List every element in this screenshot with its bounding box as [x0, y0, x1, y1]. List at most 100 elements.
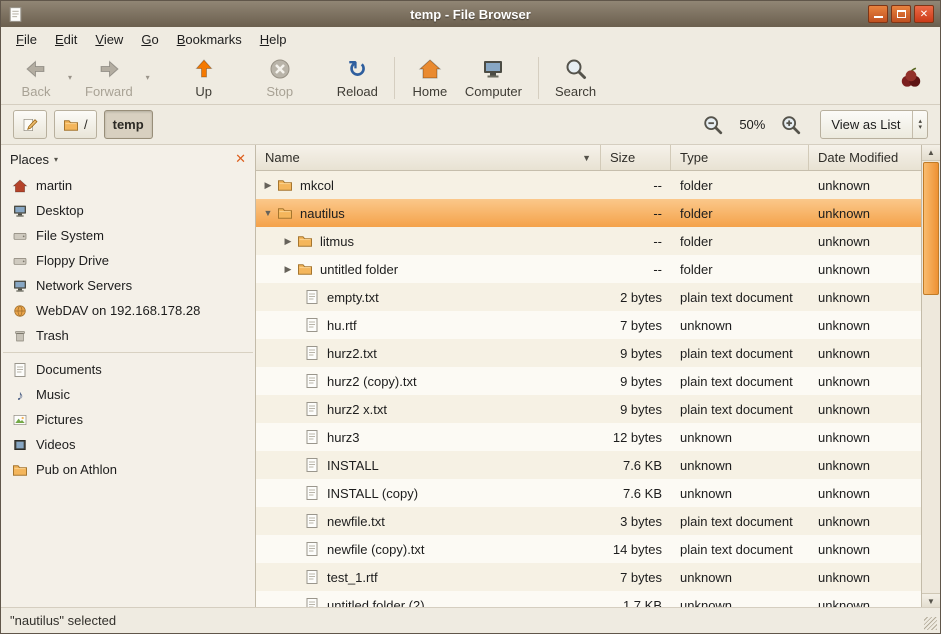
stop-button[interactable]: Stop: [253, 54, 307, 102]
zoom-out-button[interactable]: [701, 113, 725, 137]
sidebar-item-pictures[interactable]: Pictures: [1, 407, 255, 432]
expander-expanded-icon[interactable]: ▼: [261, 208, 275, 218]
sidebar-item-documents[interactable]: Documents: [1, 357, 255, 382]
table-row[interactable]: test_1.rtf 7 bytes unknown unknown: [256, 563, 923, 591]
titlebar[interactable]: temp - File Browser ✕: [1, 1, 940, 27]
sidebar-item-webdav[interactable]: WebDAV on 192.168.178.28: [1, 298, 255, 323]
arrow-up-icon: ▲: [927, 148, 935, 157]
back-dropdown-button[interactable]: ▾: [63, 56, 77, 100]
folder-icon: [297, 261, 313, 277]
table-row[interactable]: hurz2.txt 9 bytes plain text document un…: [256, 339, 923, 367]
table-row[interactable]: newfile (copy).txt 14 bytes plain text d…: [256, 535, 923, 563]
resize-grip[interactable]: [924, 617, 937, 630]
places-dropdown[interactable]: Places: [10, 152, 49, 167]
table-row[interactable]: hurz2 (copy).txt 9 bytes plain text docu…: [256, 367, 923, 395]
expander-collapsed-icon[interactable]: ▶: [281, 236, 295, 247]
column-header-size[interactable]: Size: [601, 145, 671, 170]
table-row[interactable]: ▶untitled folder -- folder unknown: [256, 255, 923, 283]
expander-collapsed-icon[interactable]: ▶: [261, 180, 275, 191]
folder-icon: [63, 117, 79, 133]
menu-go[interactable]: Go: [132, 29, 167, 50]
folder-icon: [277, 177, 293, 193]
status-text: "nautilus" selected: [10, 613, 116, 628]
chevron-down-icon: ▾: [68, 73, 72, 82]
sidebar-item-martin[interactable]: martin: [1, 173, 255, 198]
throbber-icon: [898, 65, 924, 91]
close-icon: ✕: [920, 9, 928, 20]
scrollbar-thumb[interactable]: [923, 162, 939, 295]
vertical-scrollbar[interactable]: ▲ ▼: [921, 145, 940, 609]
sidebar-item-videos[interactable]: Videos: [1, 432, 255, 457]
computer-button[interactable]: Computer: [457, 54, 530, 102]
sidebar-close-button[interactable]: ✕: [235, 151, 246, 167]
up-icon: [192, 57, 216, 81]
path-button-temp[interactable]: temp: [104, 110, 153, 139]
table-row[interactable]: empty.txt 2 bytes plain text document un…: [256, 283, 923, 311]
table-row[interactable]: ▶mkcol -- folder unknown: [256, 171, 923, 199]
sidebar-item-desktop[interactable]: Desktop: [1, 198, 255, 223]
path-button-root[interactable]: /: [54, 110, 97, 139]
sidebar-item-music[interactable]: ♪ Music: [1, 382, 255, 407]
location-bar: / temp 50% View as List ▴▾: [1, 105, 940, 145]
view-mode-select[interactable]: View as List ▴▾: [820, 110, 928, 139]
network-icon: [12, 278, 28, 294]
column-header-date[interactable]: Date Modified: [809, 145, 923, 170]
search-icon: [564, 57, 588, 81]
up-button[interactable]: Up: [177, 54, 231, 102]
menu-view[interactable]: View: [86, 29, 132, 50]
webdav-icon: [12, 303, 28, 319]
sidebar-item-floppy[interactable]: Floppy Drive: [1, 248, 255, 273]
chevron-down-icon: ▾: [146, 73, 150, 82]
zoom-in-icon: [780, 114, 802, 136]
zoom-level: 50%: [734, 117, 770, 132]
table-row[interactable]: newfile.txt 3 bytes plain text document …: [256, 507, 923, 535]
text-file-icon: [304, 289, 320, 305]
table-row[interactable]: INSTALL 7.6 KB unknown unknown: [256, 451, 923, 479]
column-header-name[interactable]: Name ▼: [256, 145, 601, 170]
toolbar-separator: [538, 57, 539, 99]
text-file-icon: [304, 513, 320, 529]
sidebar-item-trash[interactable]: Trash: [1, 323, 255, 348]
sidebar-item-network[interactable]: Network Servers: [1, 273, 255, 298]
scroll-up-button[interactable]: ▲: [922, 145, 940, 161]
minimize-button[interactable]: [868, 5, 888, 23]
table-row[interactable]: ▶litmus -- folder unknown: [256, 227, 923, 255]
menu-file[interactable]: File: [7, 29, 46, 50]
sidebar-item-file-system[interactable]: File System: [1, 223, 255, 248]
menu-bookmarks[interactable]: Bookmarks: [168, 29, 251, 50]
expander-collapsed-icon[interactable]: ▶: [281, 264, 295, 275]
chevron-down-icon: ▾: [54, 155, 58, 164]
table-row[interactable]: hu.rtf 7 bytes unknown unknown: [256, 311, 923, 339]
forward-dropdown-button[interactable]: ▾: [141, 56, 155, 100]
computer-icon: [481, 57, 505, 81]
menu-edit[interactable]: Edit: [46, 29, 86, 50]
toolbar: Back ▾ Forward ▾ Up Stop ↻ Reload Home: [1, 51, 940, 105]
maximize-button[interactable]: [891, 5, 911, 23]
zoom-in-button[interactable]: [779, 113, 803, 137]
folder-icon: [277, 205, 293, 221]
home-button[interactable]: Home: [403, 54, 457, 102]
menu-help[interactable]: Help: [251, 29, 296, 50]
text-file-icon: [304, 457, 320, 473]
folder-icon: [297, 233, 313, 249]
search-button[interactable]: Search: [547, 54, 604, 102]
sidebar-item-pub[interactable]: Pub on Athlon: [1, 457, 255, 482]
menubar: File Edit View Go Bookmarks Help: [1, 27, 940, 51]
table-row[interactable]: hurz2 x.txt 9 bytes plain text document …: [256, 395, 923, 423]
table-row[interactable]: hurz3 12 bytes unknown unknown: [256, 423, 923, 451]
floppy-icon: [12, 253, 28, 269]
forward-icon: [97, 57, 121, 81]
table-row[interactable]: INSTALL (copy) 7.6 KB unknown unknown: [256, 479, 923, 507]
table-row-selected[interactable]: ▼nautilus -- folder unknown: [256, 199, 923, 227]
minimize-icon: [874, 10, 883, 18]
file-browser-window: temp - File Browser ✕ File Edit View Go …: [0, 0, 941, 634]
reload-button[interactable]: ↻ Reload: [329, 54, 386, 102]
close-button[interactable]: ✕: [914, 5, 934, 23]
column-header-type[interactable]: Type: [671, 145, 809, 170]
back-icon: [24, 57, 48, 81]
forward-button[interactable]: Forward: [77, 54, 141, 102]
text-file-icon: [304, 345, 320, 361]
back-button[interactable]: Back: [9, 54, 63, 102]
edit-location-button[interactable]: [13, 110, 47, 139]
pictures-icon: [12, 412, 28, 428]
